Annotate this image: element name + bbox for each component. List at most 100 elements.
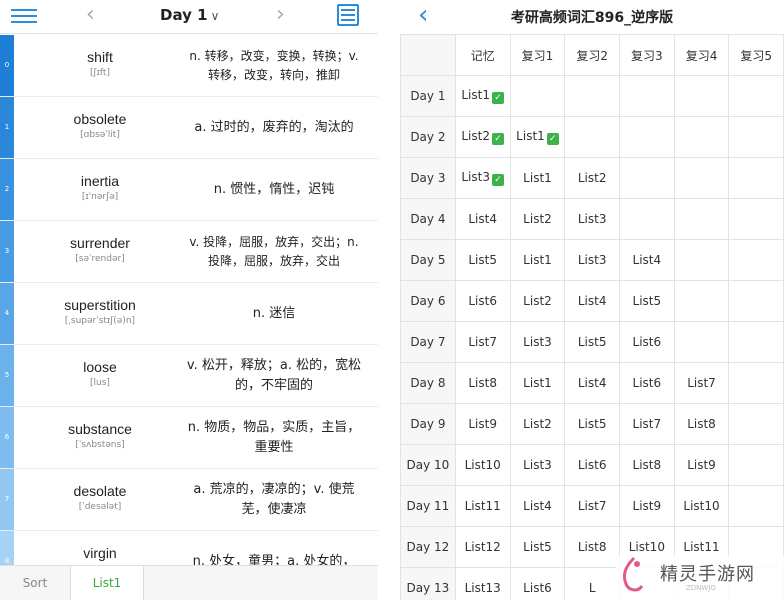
schedule-cell <box>728 485 784 527</box>
schedule-cell[interactable]: List6 <box>618 321 675 363</box>
schedule-row: Day 1 List1 ✓ <box>400 75 784 117</box>
word-phonetic: [ˌsupərˈstɪʃ(ə)n] <box>64 316 136 326</box>
schedule-cell[interactable]: List3 <box>509 321 566 363</box>
schedule-cell[interactable]: List8 <box>618 444 675 486</box>
day-selector[interactable]: Day 1 ∨ <box>160 6 219 24</box>
schedule-cell[interactable]: List9 <box>673 444 730 486</box>
list-label: List7 <box>468 335 497 349</box>
schedule-cell <box>673 239 730 281</box>
list-label: List4 <box>468 212 497 226</box>
schedule-cell[interactable]: List12 <box>454 526 511 568</box>
schedule-cell[interactable]: List1 <box>509 362 566 404</box>
hamburger-menu-icon[interactable] <box>11 6 37 26</box>
schedule-cell[interactable]: List5 <box>509 526 566 568</box>
schedule-cell[interactable]: List1 ✓ <box>509 116 566 158</box>
schedule-cell[interactable]: List3 <box>564 239 620 281</box>
schedule-row: Day 5 List5 List1 List3 List4 <box>400 239 784 281</box>
schedule-cell[interactable]: List4 <box>564 362 620 404</box>
word-text: obsolete <box>73 111 127 127</box>
schedule-cell <box>728 157 784 199</box>
word-row[interactable]: 6 substance [ˈsʌbstəns] n. 物质，物品，实质，主旨，重要性 <box>0 407 378 469</box>
schedule-cell[interactable]: List5 <box>618 280 675 322</box>
word-text: desolate <box>73 483 127 499</box>
previous-day-chevron-icon[interactable]: ‹ <box>86 3 95 27</box>
schedule-cell[interactable]: List3 ✓ <box>454 157 511 199</box>
watermark: 精灵手游网 ZDNWJO <box>616 556 784 600</box>
schedule-cell[interactable]: List4 <box>509 485 566 527</box>
word-list[interactable]: 0 shift [ʃɪft] n. 转移，改变，变换，转换；v. 转移，改变，转向，推… <box>0 35 378 565</box>
word-meaning: a. 过时的，废弃的，淘汰的 <box>194 119 354 135</box>
list-label: List4 <box>523 499 552 513</box>
list-label: List1 <box>516 129 545 143</box>
schedule-cell[interactable]: List11 <box>454 485 511 527</box>
word-text: superstition <box>64 297 136 313</box>
schedule-cell[interactable]: List6 <box>618 362 675 404</box>
list-label: List5 <box>632 294 662 308</box>
schedule-cell[interactable]: List10 <box>673 485 730 527</box>
list-label: List13 <box>464 581 501 595</box>
schedule-cell[interactable]: List3 <box>509 444 566 486</box>
list-label: List6 <box>577 458 607 472</box>
schedule-cell[interactable]: List1 <box>509 157 566 199</box>
schedule-cell[interactable]: List9 <box>618 485 675 527</box>
schedule-cell <box>618 157 675 199</box>
watermark-text: 精灵手游网 <box>660 564 755 585</box>
schedule-cell[interactable]: L <box>564 567 620 600</box>
list-view-icon[interactable] <box>337 4 359 26</box>
list-label: List12 <box>464 540 501 554</box>
word-row[interactable]: 2 inertia [ɪˈnərʃə] n. 惯性，惰性，迟钝 <box>0 159 378 221</box>
column-header: 记忆 <box>454 34 511 76</box>
schedule-cell[interactable]: List9 <box>454 403 511 445</box>
schedule-cell[interactable]: List6 <box>454 280 511 322</box>
schedule-cell <box>673 321 730 363</box>
schedule-cell[interactable]: List3 <box>564 198 620 240</box>
word-phonetic: [ɑbsəˈlit] <box>80 130 120 140</box>
schedule-cell[interactable]: List2 <box>509 403 566 445</box>
word-row[interactable]: 4 superstition [ˌsupərˈstɪʃ(ə)n] n. 迷信 <box>0 283 378 345</box>
schedule-cell[interactable]: List5 <box>564 403 620 445</box>
word-index: 2 <box>0 159 14 220</box>
schedule-cell[interactable]: List7 <box>618 403 675 445</box>
schedule-cell <box>673 198 730 240</box>
review-schedule-table: 记忆 复习1 复习2 复习3 复习4 复习5 Day 1 List1 ✓ Day 2 List2 ✓ L… <box>400 34 784 600</box>
word-row[interactable]: 1 obsolete [ɑbsəˈlit] a. 过时的，废弃的，淘汰的 <box>0 97 378 159</box>
schedule-cell[interactable]: List4 <box>618 239 675 281</box>
schedule-cell[interactable]: List5 <box>564 321 620 363</box>
schedule-cell[interactable]: List1 <box>509 239 566 281</box>
word-row[interactable]: 0 shift [ʃɪft] n. 转移，改变，变换，转换；v. 转移，改变，转向，推… <box>0 35 378 97</box>
schedule-cell[interactable]: List6 <box>509 567 566 600</box>
schedule-cell <box>618 116 675 158</box>
schedule-cell[interactable]: List8 <box>673 403 730 445</box>
list-label: List9 <box>468 417 497 431</box>
schedule-cell[interactable]: List6 <box>564 444 620 486</box>
word-row[interactable]: 7 desolate [ˈdesələt] a. 荒凉的，凄凉的；v. 使荒芜，使凄凉 <box>0 469 378 531</box>
word-row[interactable]: 5 loose [lus] v. 松开，释放；a. 松的，宽松的，不牢固的 <box>0 345 378 407</box>
schedule-cell[interactable]: List7 <box>564 485 620 527</box>
schedule-cell[interactable]: List2 <box>509 198 566 240</box>
schedule-cell[interactable]: List2 <box>509 280 566 322</box>
list-label: List10 <box>628 540 665 554</box>
schedule-cell[interactable]: List8 <box>564 526 620 568</box>
schedule-cell[interactable]: List13 <box>454 567 511 600</box>
word-row[interactable]: 3 surrender [səˈrendər] v. 投降，屈服，放弃，交出；n. 投… <box>0 221 378 283</box>
schedule-cell[interactable]: List4 <box>564 280 620 322</box>
next-day-chevron-icon[interactable]: › <box>276 3 285 27</box>
list-label: List1 <box>523 376 552 390</box>
schedule-title: 考研高频词汇896_逆序版 <box>510 10 674 26</box>
schedule-header-row: 记忆 复习1 复习2 复习3 复习4 复习5 <box>400 34 784 76</box>
schedule-cell[interactable]: List7 <box>454 321 511 363</box>
schedule-cell[interactable]: List10 <box>454 444 511 486</box>
schedule-cell[interactable]: List1 ✓ <box>454 75 511 117</box>
schedule-cell[interactable]: List5 <box>454 239 511 281</box>
schedule-cell[interactable]: List7 <box>673 362 730 404</box>
schedule-cell[interactable]: List8 <box>454 362 511 404</box>
word-phonetic: [ˈsʌbstəns] <box>75 440 125 450</box>
list-label: List6 <box>468 294 497 308</box>
word-row[interactable]: 8 virgin n. 处女，童男；a. 处女的， <box>0 531 378 565</box>
schedule-cell[interactable]: List2 <box>564 157 620 199</box>
tab-list1[interactable]: List1 <box>70 566 144 600</box>
day-label: Day 10 <box>400 444 456 486</box>
schedule-cell[interactable]: List4 <box>454 198 511 240</box>
tab-sort[interactable]: Sort <box>0 566 70 600</box>
schedule-cell[interactable]: List2 ✓ <box>454 116 511 158</box>
